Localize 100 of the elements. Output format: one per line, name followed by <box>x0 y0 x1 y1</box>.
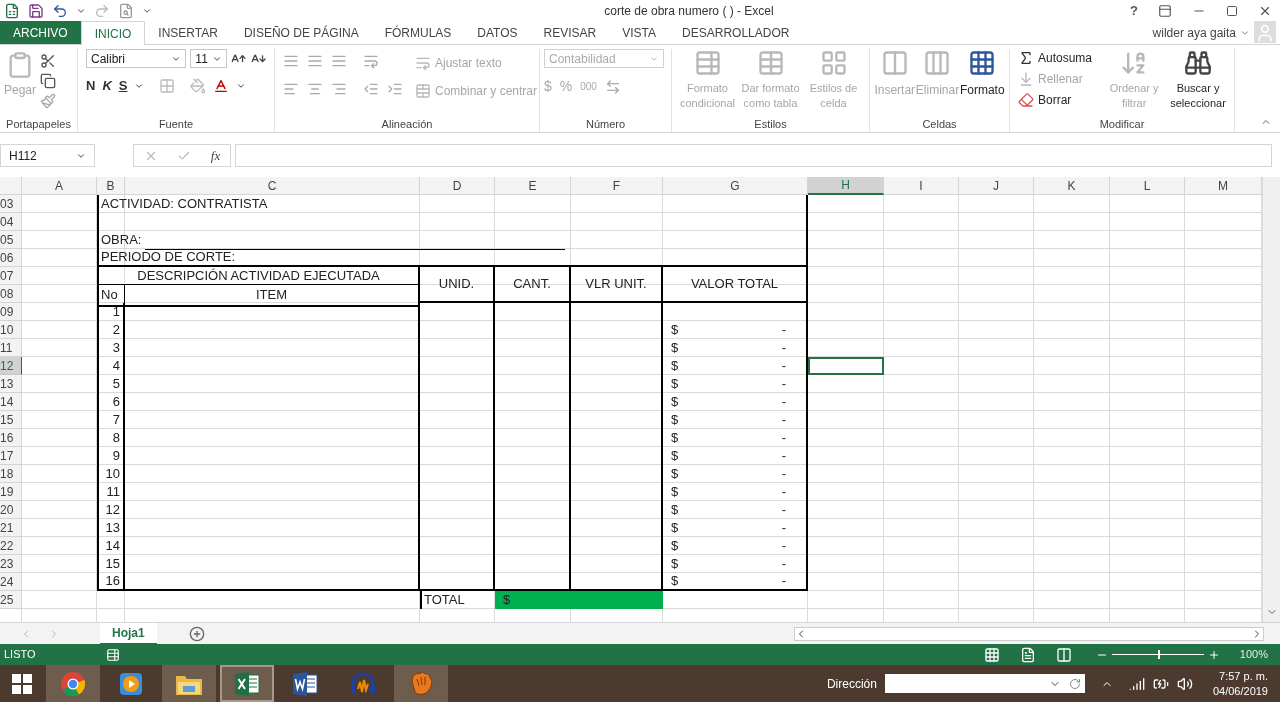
header-cell[interactable]: UNID. <box>420 267 495 303</box>
ribbon-tab[interactable]: DESARROLLADOR <box>669 21 803 44</box>
column-header[interactable]: A <box>22 177 97 195</box>
table-cell[interactable]: $ - <box>663 501 808 519</box>
header-cell[interactable]: VALOR TOTAL <box>663 267 808 303</box>
ribbon-tab[interactable]: DISEÑO DE PÁGINA <box>230 21 372 44</box>
horizontal-scrollbar[interactable] <box>794 626 1264 641</box>
table-cell[interactable]: $ - <box>663 483 808 501</box>
ribbon-tab[interactable]: VISTA <box>609 21 670 44</box>
header-cell[interactable]: CANT. <box>495 267 571 303</box>
header-cell[interactable]: VLR UNIT. <box>571 267 663 303</box>
font-style-button[interactable]: N <box>86 76 96 96</box>
normal-view-icon[interactable] <box>983 646 1000 663</box>
close-icon[interactable] <box>1258 4 1272 18</box>
column-header[interactable]: F <box>571 177 663 195</box>
ribbon-tab[interactable]: DATOS <box>464 21 531 44</box>
row-header[interactable]: 23 <box>0 555 22 573</box>
table-cell[interactable]: OBRA: <box>97 231 571 249</box>
table-cell[interactable]: 9 <box>97 447 125 465</box>
table-cell[interactable]: 14 <box>97 537 125 555</box>
taskbar-button[interactable] <box>162 665 216 702</box>
sheet-tab[interactable]: Hoja1 <box>100 622 157 645</box>
undo-icon[interactable] <box>52 3 68 19</box>
ribbon-tab[interactable]: FÓRMULAS <box>371 21 465 44</box>
column-header[interactable]: L <box>1110 177 1185 195</box>
font-size-field[interactable]: 11 <box>190 49 228 68</box>
table-cell[interactable]: 4 <box>97 357 125 375</box>
table-cell[interactable]: $ - <box>663 447 808 465</box>
zoom-in-icon[interactable] <box>1207 648 1220 661</box>
table-cell[interactable]: $ - <box>663 321 808 339</box>
cut-icon[interactable] <box>40 53 57 69</box>
table-cell[interactable]: 15 <box>97 555 125 573</box>
table-cell[interactable]: 16 <box>97 573 125 591</box>
address-field[interactable] <box>884 674 1085 693</box>
row-header[interactable]: 12 <box>0 357 22 375</box>
column-header[interactable]: J <box>959 177 1034 195</box>
row-header[interactable]: 16 <box>0 429 22 447</box>
header-cell[interactable]: DESCRIPCIÓN ACTIVIDAD EJECUTADA <box>97 267 420 285</box>
table-cell[interactable]: 7 <box>97 411 125 429</box>
table-cell[interactable] <box>663 249 808 267</box>
table-cell[interactable]: $ - <box>663 429 808 447</box>
editing-button[interactable]: Autosuma <box>1018 49 1099 67</box>
table-cell[interactable]: 12 <box>97 501 125 519</box>
table-cell[interactable]: 11 <box>97 483 125 501</box>
column-header[interactable]: K <box>1034 177 1110 195</box>
row-header[interactable]: 22 <box>0 537 22 555</box>
print-preview-icon[interactable] <box>118 3 134 19</box>
taskbar-button[interactable] <box>220 665 274 702</box>
row-header[interactable]: 05 <box>0 231 22 249</box>
table-cell[interactable] <box>125 573 420 591</box>
row-header[interactable]: 20 <box>0 501 22 519</box>
table-cell[interactable]: ACTIVIDAD: CONTRATISTA <box>97 195 420 213</box>
table-cell[interactable]: $ - <box>663 411 808 429</box>
column-header[interactable]: B <box>97 177 125 195</box>
row-header[interactable]: 14 <box>0 393 22 411</box>
column-header[interactable]: G <box>663 177 808 195</box>
ribbon-tab[interactable]: REVISAR <box>530 21 610 44</box>
row-header[interactable]: 07 <box>0 267 22 285</box>
table-cell[interactable]: $ - <box>663 357 808 375</box>
font-style-button[interactable]: K <box>102 76 112 96</box>
ribbon-display-icon[interactable] <box>1158 4 1172 18</box>
row-header[interactable]: 03 <box>0 195 22 213</box>
table-cell[interactable]: PERIODO DE CORTE: <box>97 249 420 267</box>
table-cell[interactable]: 10 <box>97 465 125 483</box>
add-sheet-icon[interactable] <box>188 625 205 642</box>
ribbon-tab[interactable]: INICIO <box>80 21 146 45</box>
row-header[interactable]: 09 <box>0 303 22 321</box>
header-cell[interactable]: No <box>97 285 125 307</box>
table-cell[interactable]: 13 <box>97 519 125 537</box>
vertical-scrollbar[interactable] <box>1262 177 1280 622</box>
row-header[interactable]: 11 <box>0 339 22 357</box>
active-cell[interactable] <box>808 357 884 375</box>
font-name-field[interactable]: Calibri <box>86 49 187 68</box>
save-icon[interactable] <box>28 3 44 19</box>
editing-button[interactable]: Buscar y seleccionar <box>1170 49 1226 116</box>
table-cell[interactable]: $ - <box>663 375 808 393</box>
ribbon-tab[interactable]: ARCHIVO <box>0 21 81 44</box>
signal-icon[interactable] <box>1128 675 1145 692</box>
table-cell[interactable]: $ - <box>663 573 808 591</box>
font-style-button[interactable]: S <box>118 76 128 96</box>
table-cell[interactable]: $ - <box>663 339 808 357</box>
name-box[interactable]: H112 <box>0 144 95 167</box>
refresh-icon[interactable] <box>1068 677 1081 690</box>
row-header[interactable]: 25 <box>0 591 22 609</box>
row-header[interactable]: 17 <box>0 447 22 465</box>
row-header[interactable]: 06 <box>0 249 22 267</box>
row-header[interactable]: 04 <box>0 213 22 231</box>
font-color-icon[interactable] <box>213 77 230 94</box>
row-header[interactable]: 10 <box>0 321 22 339</box>
formula-input[interactable] <box>235 144 1272 167</box>
maximize-icon[interactable] <box>1226 5 1238 17</box>
header-cell[interactable]: ITEM <box>125 285 420 307</box>
zoom-thumb[interactable] <box>1157 650 1160 659</box>
help-button[interactable]: ? <box>1126 1 1142 21</box>
row-header[interactable]: 08 <box>0 285 22 303</box>
editing-button[interactable]: Borrar <box>1018 91 1099 109</box>
fill-color-icon[interactable] <box>190 77 207 94</box>
page-break-icon[interactable] <box>1055 646 1072 663</box>
copy-icon[interactable] <box>40 73 57 89</box>
table-cell[interactable]: 1 <box>97 303 125 321</box>
